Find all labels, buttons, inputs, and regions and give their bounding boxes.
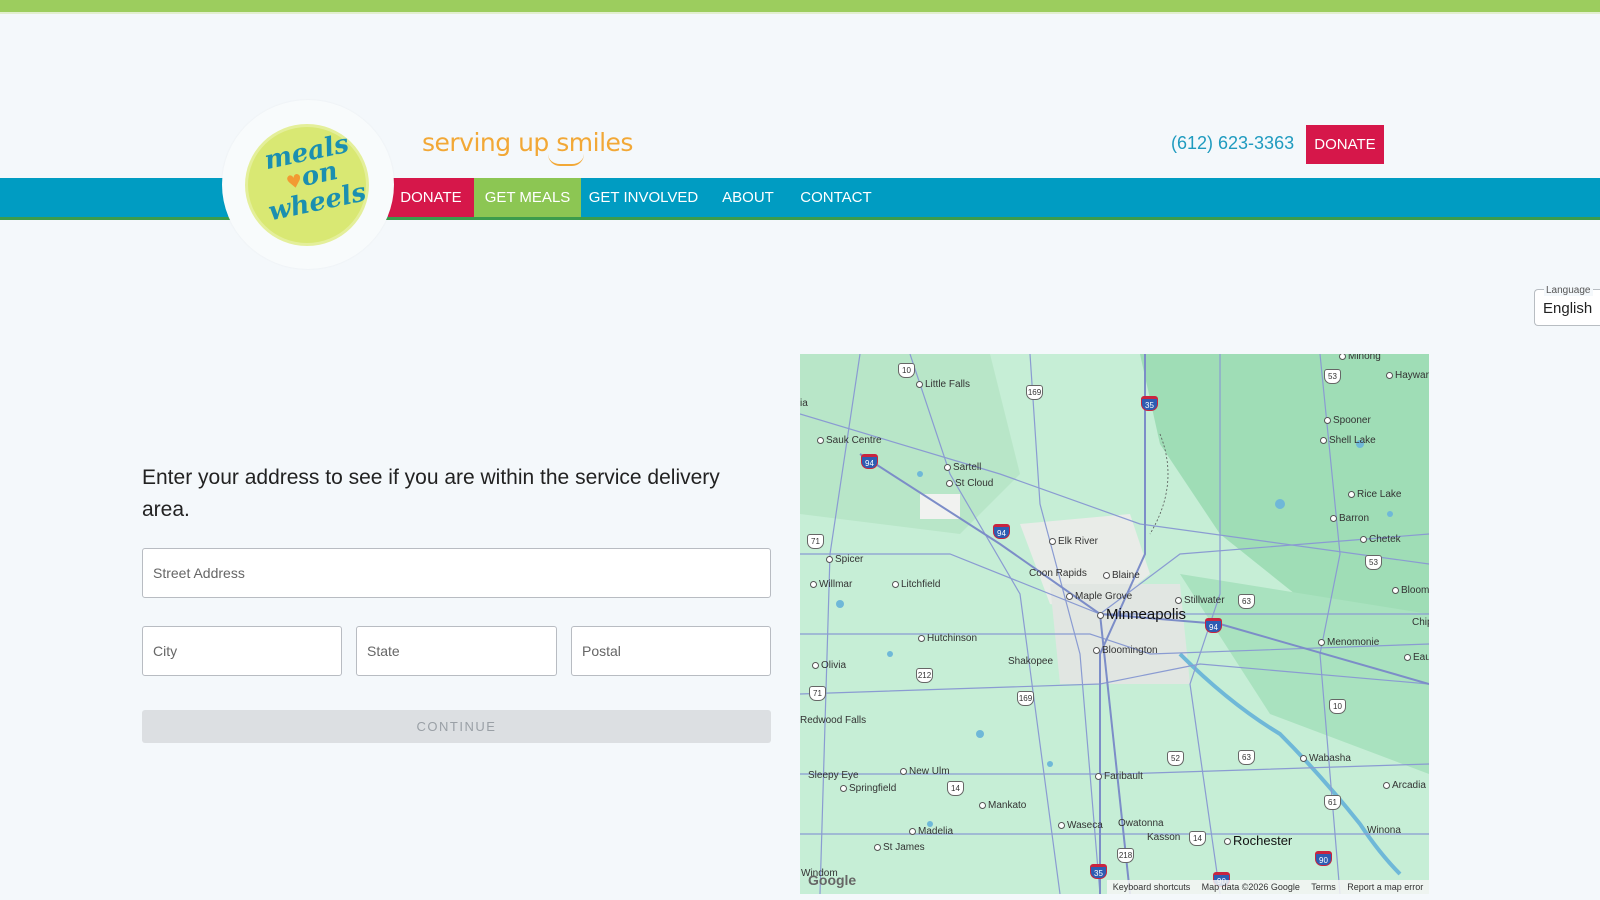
interstate-shield-icon: 35 <box>1141 396 1158 411</box>
map-place-label: Shell Lake <box>1320 435 1376 446</box>
map-place-label: Sauk Centre <box>817 435 882 446</box>
highway-shield-icon: 14 <box>1189 831 1206 846</box>
map-place-label: Sartell <box>944 462 981 473</box>
language-label: Language <box>1544 285 1593 296</box>
continue-button[interactable]: CONTINUE <box>142 710 771 743</box>
nav-item-donate[interactable]: DONATE <box>388 178 474 217</box>
map-place-label: Redwood Falls <box>800 715 867 726</box>
interstate-shield-icon: 35 <box>1090 864 1107 879</box>
google-logo[interactable]: Google <box>808 872 856 888</box>
map-place-label: ia <box>800 398 808 409</box>
map-place-label: Hutchinson <box>918 633 977 644</box>
highway-shield-icon: 53 <box>1365 555 1382 570</box>
phone-link[interactable]: (612) 623-3363 <box>1171 133 1294 154</box>
map-place-label: Kasson <box>1147 832 1181 843</box>
map-place-label: Arcadia <box>1383 780 1426 791</box>
map-place-label: St Cloud <box>946 478 993 489</box>
highway-shield-icon: 212 <box>916 668 933 683</box>
terms-link[interactable]: Terms <box>1311 882 1336 892</box>
highway-shield-icon: 10 <box>898 363 915 378</box>
map-place-label: Sleepy Eye <box>808 770 859 781</box>
map-place-label: St James <box>874 842 925 853</box>
city-field[interactable] <box>142 626 342 676</box>
interstate-shield-icon: 90 <box>1315 851 1332 866</box>
keyboard-shortcuts-link[interactable]: Keyboard shortcuts <box>1113 882 1191 892</box>
map-place-label: Chetek <box>1360 534 1401 545</box>
map-place-label: Owatonna <box>1118 818 1164 829</box>
street-address-field[interactable] <box>142 548 771 598</box>
highway-shield-icon: 61 <box>1324 795 1341 810</box>
site-tagline: serving up smiles <box>422 128 633 157</box>
highway-shield-icon: 10 <box>1329 699 1346 714</box>
report-map-error-link[interactable]: Report a map error <box>1347 882 1423 892</box>
map-place-label: Faribault <box>1095 771 1143 782</box>
meals-on-wheels-logo: meals ♥on wheels <box>255 129 369 227</box>
map-place-label: Minong <box>1339 354 1381 362</box>
nav-item-about[interactable]: ABOUT <box>715 178 781 217</box>
map-place-label: Springfield <box>840 783 896 794</box>
map-place-label-rochester: Rochester <box>1224 833 1292 848</box>
map-place-label: Madelia <box>909 826 953 837</box>
delivery-area-instructions: Enter your address to see if you are wit… <box>142 466 720 521</box>
map-place-label: Olivia <box>812 660 846 671</box>
map-place-label: Hayward <box>1386 370 1429 381</box>
highway-shield-icon: 63 <box>1238 594 1255 609</box>
interstate-shield-icon: 94 <box>1205 618 1222 633</box>
map-place-label: Barron <box>1330 513 1369 524</box>
map-place-label: Waseca <box>1058 820 1103 831</box>
interstate-shield-icon: 94 <box>993 524 1010 539</box>
nav-item-get-involved[interactable]: GET INVOLVED <box>581 178 706 217</box>
map-place-label: Spooner <box>1324 415 1371 426</box>
map-place-label: Spicer <box>826 554 863 565</box>
map-place-label: Blaine <box>1103 570 1140 581</box>
highway-shield-icon: 169 <box>1026 385 1043 400</box>
map-place-label: Rice Lake <box>1348 489 1401 500</box>
postal-field[interactable] <box>571 626 771 676</box>
map-place-label: Chip <box>1412 617 1429 628</box>
highway-shield-icon: 52 <box>1167 751 1184 766</box>
top-accent-stripe-edge <box>0 12 1600 14</box>
map-footer: Keyboard shortcuts Map data ©2026 Google… <box>1107 880 1429 894</box>
highway-shield-icon: 63 <box>1238 750 1255 765</box>
interstate-shield-icon: 94 <box>861 454 878 469</box>
map-place-label: Bloomer <box>1392 585 1429 596</box>
highway-shield-icon: 53 <box>1324 369 1341 384</box>
map-place-label: Stillwater <box>1175 595 1225 606</box>
map-place-label: Elk River <box>1049 536 1098 547</box>
state-field[interactable] <box>356 626 557 676</box>
map-place-label: New Ulm <box>900 766 950 777</box>
map-place-label: Mankato <box>979 800 1026 811</box>
header-donate-button[interactable]: DONATE <box>1306 125 1384 164</box>
highway-shield-icon: 218 <box>1117 848 1134 863</box>
map-place-label: Litchfield <box>892 579 940 590</box>
map-place-label: Wabasha <box>1300 753 1351 764</box>
map-place-label: Winona <box>1367 825 1401 836</box>
map-place-label: Eau Cla <box>1404 652 1429 663</box>
map-place-label: Menomonie <box>1318 637 1379 648</box>
highway-shield-icon: 71 <box>809 686 826 701</box>
language-value: English <box>1543 300 1593 317</box>
map-place-label: Willmar <box>810 579 852 590</box>
map-place-label: Coon Rapids <box>1029 568 1087 579</box>
highway-shield-icon: 14 <box>947 781 964 796</box>
map-data-attribution: Map data ©2026 Google <box>1201 882 1300 892</box>
service-area-map[interactable]: Minong Hayward Little Falls ia Spooner S… <box>800 354 1429 894</box>
map-place-label-minneapolis: Minneapolis <box>1097 606 1186 623</box>
top-accent-stripe <box>0 0 1600 12</box>
highway-shield-icon: 71 <box>807 534 824 549</box>
map-place-label: Bloomington <box>1093 645 1158 656</box>
nav-item-contact[interactable]: CONTACT <box>793 178 879 217</box>
map-place-label: Maple Grove <box>1066 591 1132 602</box>
highway-shield-icon: 169 <box>1017 691 1034 706</box>
nav-item-get-meals[interactable]: GET MEALS <box>474 178 581 217</box>
map-place-label: Little Falls <box>916 379 970 390</box>
tagline-smile-icon <box>548 154 584 166</box>
map-place-label: Shakopee <box>1008 656 1054 667</box>
